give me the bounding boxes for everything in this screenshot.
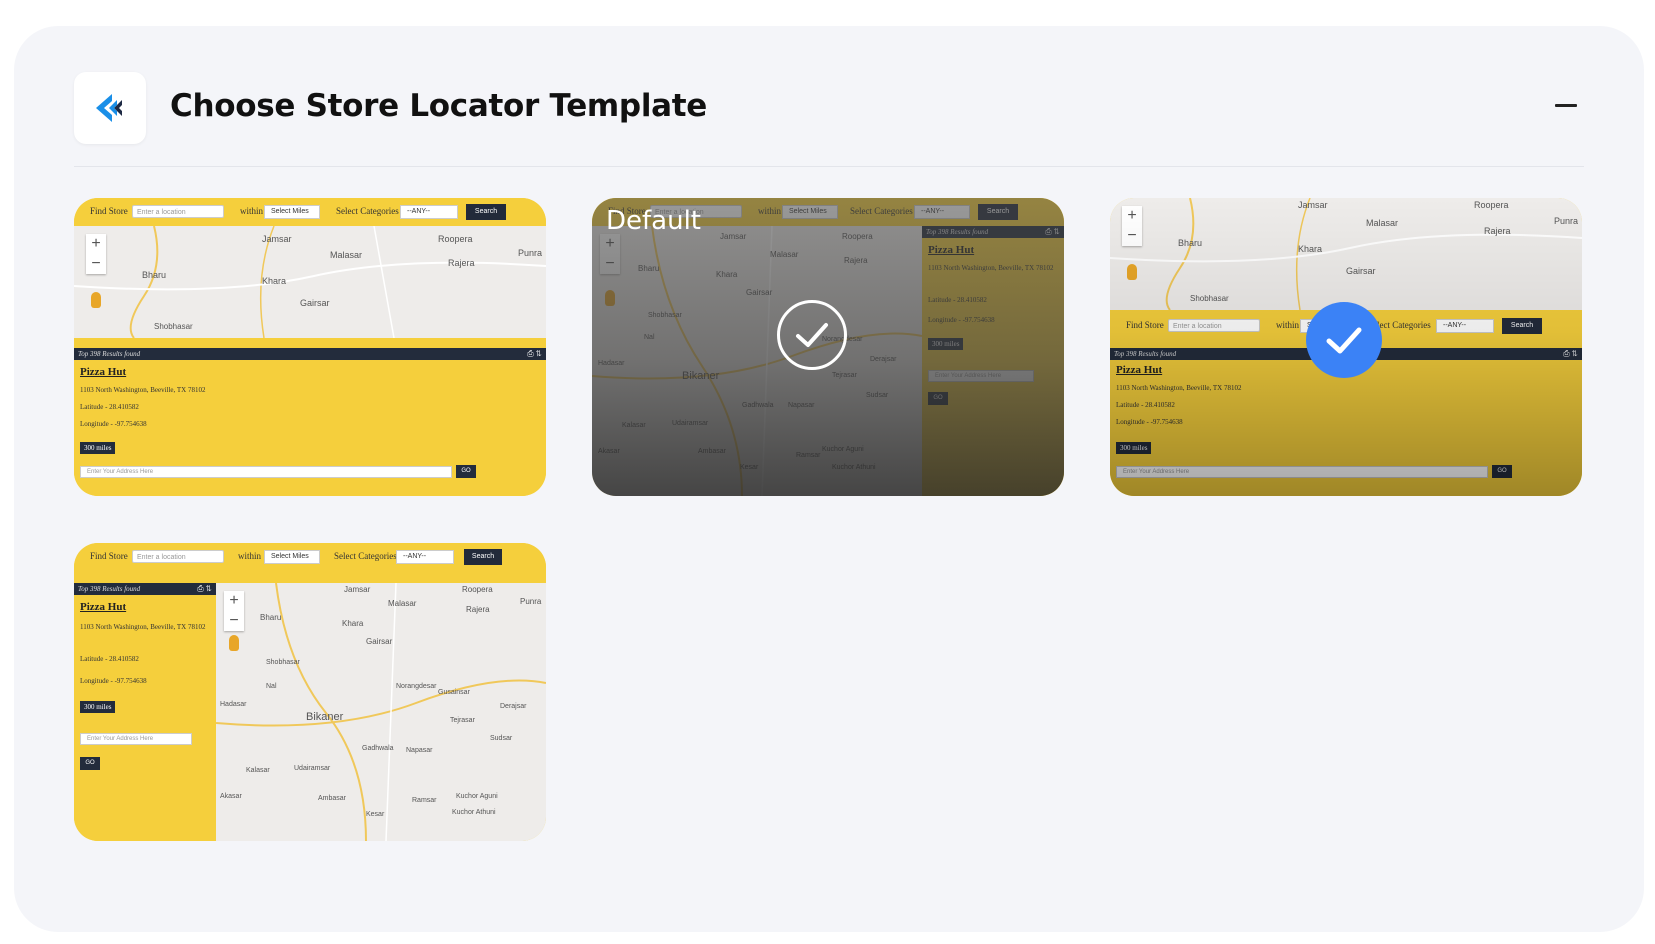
map-town: Ramsar	[412, 797, 437, 804]
map-town: Hadasar	[220, 701, 247, 708]
map-town: Nal	[266, 683, 277, 690]
map-town: Khara	[262, 276, 287, 286]
categories-label: Select Categories	[336, 206, 399, 216]
map-roads	[74, 226, 546, 338]
map-town: Gairsar	[366, 637, 393, 646]
store-latitude: Latitude - 28.410582	[80, 655, 139, 663]
store-name: Pizza Hut	[80, 601, 127, 613]
map-town: Kuchor Athuni	[452, 809, 496, 816]
map-town: Shobhasar	[266, 659, 300, 666]
map-town: Malasar	[388, 599, 417, 608]
results-header: Top 398 Results found⎙ ⇅	[74, 348, 546, 360]
results-header: Top 398 Results found⎙ ⇅	[74, 583, 216, 595]
within-label: within	[238, 551, 262, 561]
store-address: 1103 North Washington, Beeville, TX 7810…	[80, 623, 206, 631]
miles-badge: 300 miles	[80, 442, 116, 454]
category-select: --ANY--	[396, 550, 454, 564]
location-input: Enter a location	[132, 550, 224, 563]
map-town: Ambasar	[318, 795, 347, 802]
address-input: Enter Your Address Here	[80, 733, 192, 745]
store-name: Pizza Hut	[80, 366, 127, 378]
template-card-4[interactable]: Find Store Enter a location within Selec…	[74, 543, 546, 841]
zoom-control: +−	[224, 591, 244, 631]
categories-label: Select Categories	[334, 551, 397, 561]
search-button: Search	[466, 204, 506, 220]
print-icon: ⎙ ⇅	[197, 584, 212, 593]
map-town: Kuchor Aguni	[456, 793, 498, 800]
find-store-label: Find Store	[90, 206, 128, 216]
within-label: within	[240, 206, 264, 216]
chevron-logo-icon	[96, 94, 122, 122]
category-select: --ANY--	[400, 205, 458, 219]
miles-select: Select Miles	[264, 550, 320, 564]
miles-select: Select Miles	[264, 205, 320, 219]
map-town: Sudsar	[490, 735, 513, 742]
map-preview: + − Jamsar Roopera Punra Malasar Rajera B…	[216, 583, 546, 841]
template-card-3[interactable]: +− Jamsar Malasar Roopera Punra Rajera B…	[1110, 198, 1582, 496]
map-preview: +− Jamsar Malasar Roopera Punra Rajera B…	[74, 226, 546, 338]
header-divider	[74, 166, 1584, 167]
find-store-label: Find Store	[90, 551, 128, 561]
pegman-icon	[91, 292, 101, 308]
check-icon	[796, 323, 828, 347]
map-town: Kalasar	[246, 767, 270, 774]
map-town: Akasar	[220, 793, 242, 800]
pegman-icon	[229, 635, 239, 651]
map-town: Bharu	[260, 613, 282, 622]
template-card-2[interactable]: Find Store Enter a location within Selec…	[592, 198, 1064, 496]
map-town: Udairamsar	[294, 765, 331, 772]
map-town: Rajera	[466, 605, 490, 614]
map-town: Punra	[518, 248, 543, 258]
map-town: Bharu	[142, 270, 167, 280]
zoom-control: +−	[86, 234, 106, 274]
store-latitude: Latitude - 28.410582	[80, 403, 139, 411]
results-panel: Top 398 Results found⎙ ⇅ Pizza Hut 1103 …	[74, 348, 546, 496]
map-town: Khara	[342, 619, 364, 628]
map-town: Roopera	[462, 585, 493, 594]
map-town: Malasar	[330, 250, 363, 260]
check-icon	[1326, 327, 1362, 354]
address-input: Enter Your Address Here	[80, 466, 452, 478]
store-longitude: Longitude - -97.754638	[80, 677, 147, 685]
go-button: GO	[80, 757, 100, 770]
map-town: Napasar	[406, 747, 433, 754]
map-town: Bikaner	[306, 711, 344, 723]
map-town: Gadhwala	[362, 745, 394, 752]
search-bar: Find Store Enter a location within Selec…	[74, 543, 546, 571]
map-town: Jamsar	[344, 585, 371, 594]
store-address: 1103 North Washington, Beeville, TX 7810…	[80, 386, 206, 394]
map-town: Tejrasar	[450, 717, 475, 724]
map-town: Jamsar	[262, 234, 292, 244]
page-title: Choose Store Locator Template	[170, 88, 708, 124]
results-panel: Top 398 Results found⎙ ⇅ Pizza Hut 1103 …	[74, 583, 216, 841]
default-label: Default	[606, 206, 701, 236]
map-town: Kesar	[366, 811, 385, 818]
map-town: Rajera	[448, 258, 475, 268]
check-circle-icon[interactable]	[777, 300, 847, 370]
selected-check-icon[interactable]	[1306, 302, 1382, 378]
map-town: Roopera	[438, 234, 473, 244]
map-town: Shobhasar	[154, 322, 193, 331]
location-input: Enter a location	[132, 205, 224, 218]
map-town: Gairsar	[300, 298, 330, 308]
map-town: Norangdesar	[396, 683, 437, 690]
store-longitude: Longitude - -97.754638	[80, 420, 147, 428]
template-card-1[interactable]: Find Store Enter a location within Selec…	[74, 198, 546, 496]
search-bar: Find Store Enter a location within Selec…	[74, 198, 546, 226]
miles-badge: 300 miles	[80, 701, 116, 713]
print-icon: ⎙ ⇅	[527, 349, 542, 358]
map-town: Derajsar	[500, 703, 527, 710]
map-town: Punra	[520, 597, 542, 606]
search-button: Search	[464, 549, 502, 565]
app-logo	[74, 72, 146, 144]
minus-icon[interactable]	[1555, 104, 1577, 107]
go-button: GO	[456, 465, 476, 478]
map-town: Gusainsar	[438, 689, 470, 696]
